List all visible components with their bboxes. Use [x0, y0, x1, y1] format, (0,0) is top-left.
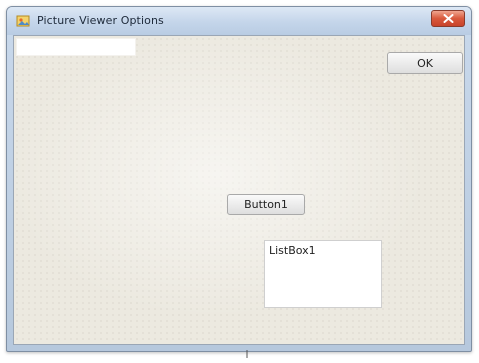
window-title: Picture Viewer Options [37, 14, 164, 27]
resize-handle[interactable] [243, 345, 251, 358]
ok-button[interactable]: OK [387, 52, 463, 74]
list-item[interactable]: ListBox1 [269, 244, 377, 257]
close-icon [443, 14, 454, 23]
list-box[interactable]: ListBox1 [264, 240, 382, 308]
close-button[interactable] [431, 10, 465, 27]
text-box[interactable] [16, 38, 136, 56]
title-bar[interactable]: Picture Viewer Options [7, 7, 471, 35]
dialog-window: Picture Viewer Options OK Button1 ListBo… [6, 6, 472, 352]
button1[interactable]: Button1 [227, 194, 305, 215]
form-client-area: OK Button1 ListBox1 [13, 35, 465, 345]
app-icon [16, 14, 30, 28]
